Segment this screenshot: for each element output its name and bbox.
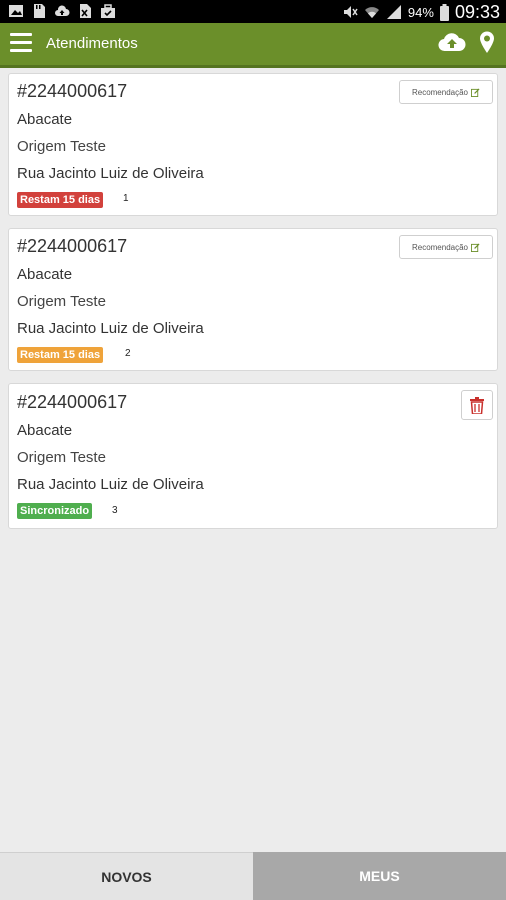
- item-address: Rua Jacinto Luiz de Oliveira: [17, 165, 204, 182]
- app-bar: Atendimentos: [0, 23, 506, 68]
- cloud-upload-icon[interactable]: [438, 31, 466, 53]
- tab-meus[interactable]: MEUS: [253, 852, 506, 900]
- attendance-list: #2244000617 Abacate Origem Teste Rua Jac…: [8, 73, 498, 541]
- sd-card-icon: [34, 4, 45, 18]
- item-index: 1: [123, 193, 129, 204]
- recommendation-label: Recomendação: [411, 87, 469, 97]
- item-index: 2: [125, 348, 131, 359]
- item-origin: Origem Teste: [17, 293, 106, 310]
- list-item[interactable]: #2244000617 Abacate Origem Teste Rua Jac…: [8, 73, 498, 216]
- status-bar: 94% 09:33: [0, 0, 506, 23]
- delete-button[interactable]: [461, 390, 493, 420]
- status-badge: Restam 15 dias: [17, 192, 104, 208]
- item-title: Abacate: [17, 111, 73, 128]
- attendance-number: #2244000617: [17, 81, 128, 101]
- edit-icon: [471, 242, 480, 252]
- item-address: Rua Jacinto Luiz de Oliveira: [17, 320, 204, 337]
- status-badge: Restam 15 dias: [17, 347, 104, 363]
- list-item[interactable]: #2244000617 Abacate Origem Teste Rua Jac…: [8, 228, 498, 371]
- menu-icon[interactable]: [10, 33, 32, 53]
- briefcase-icon: [101, 4, 115, 18]
- clock: 09:33: [454, 1, 500, 22]
- trash-icon: [470, 396, 484, 414]
- excel-icon: [80, 4, 91, 18]
- list-item[interactable]: #2244000617 Abacate Origem Teste Rua Jac…: [8, 383, 498, 529]
- battery-percent: 94%: [407, 4, 434, 20]
- bottom-tabs: NOVOS MEUS: [0, 852, 506, 900]
- item-index: 3: [112, 505, 118, 516]
- edit-icon: [471, 87, 480, 97]
- attendance-number: #2244000617: [17, 392, 128, 412]
- item-title: Abacate: [17, 422, 73, 439]
- item-title: Abacate: [17, 266, 73, 283]
- attendance-number: #2244000617: [17, 236, 128, 256]
- battery-icon: [439, 3, 449, 21]
- status-badge: Sincronizado: [17, 503, 93, 519]
- recommendation-button[interactable]: Recomendação: [399, 80, 493, 104]
- signal-icon: [386, 5, 401, 19]
- wifi-icon: [364, 7, 379, 18]
- item-address: Rua Jacinto Luiz de Oliveira: [17, 476, 204, 493]
- item-origin: Origem Teste: [17, 449, 106, 466]
- mute-icon: [343, 6, 358, 18]
- page-title: Atendimentos: [46, 35, 138, 52]
- cloud-upload-icon: [55, 5, 70, 16]
- location-pin-icon[interactable]: [478, 30, 496, 54]
- tab-novos[interactable]: NOVOS: [0, 852, 253, 900]
- recommendation-label: Recomendação: [411, 242, 469, 252]
- recommendation-button[interactable]: Recomendação: [399, 235, 493, 259]
- image-icon: [9, 5, 23, 17]
- item-origin: Origem Teste: [17, 138, 106, 155]
